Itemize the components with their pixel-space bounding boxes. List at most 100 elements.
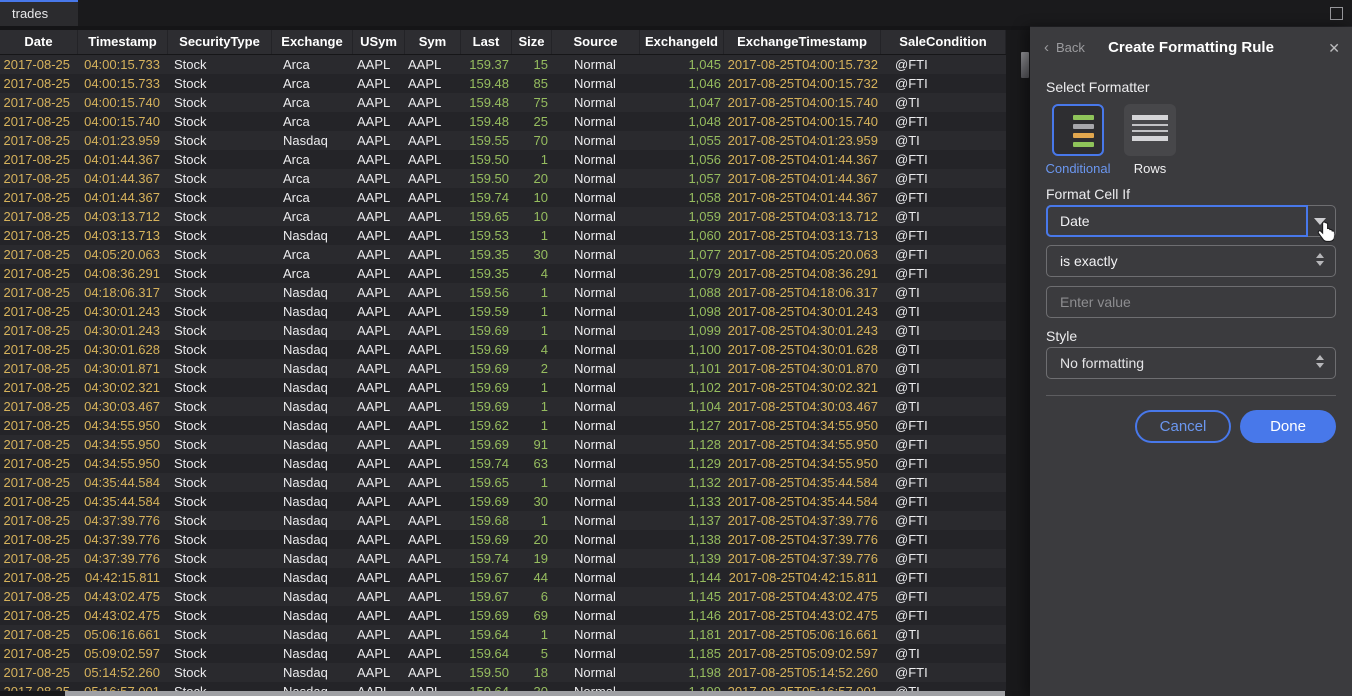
formatter-option-conditional[interactable]	[1052, 104, 1104, 156]
column-header-salecondition[interactable]: SaleCondition	[881, 30, 1006, 54]
column-header-usym[interactable]: USym	[353, 30, 405, 54]
table-row[interactable]: 2017-08-2504:34:55.950StockNasdaqAAPLAAP…	[0, 454, 1006, 473]
table-cell: 1,098	[640, 302, 724, 321]
table-row[interactable]: 2017-08-2504:30:01.243StockNasdaqAAPLAAP…	[0, 302, 1006, 321]
table-cell: AAPL	[353, 302, 405, 321]
column-header-last[interactable]: Last	[461, 30, 512, 54]
table-cell: 04:30:01.628	[78, 340, 168, 359]
table-row[interactable]: 2017-08-2505:14:52.260StockNasdaqAAPLAAP…	[0, 663, 1006, 682]
table-cell: Nasdaq	[272, 530, 353, 549]
table-cell: Normal	[552, 131, 640, 150]
vertical-scrollbar[interactable]	[1020, 30, 1030, 691]
table-cell: 2017-08-25	[0, 568, 78, 587]
column-select-arrow-button[interactable]	[1305, 206, 1335, 236]
table-row[interactable]: 2017-08-2504:01:44.367StockArcaAAPLAAPL1…	[0, 169, 1006, 188]
table-cell: Stock	[168, 435, 272, 454]
table-cell: Stock	[168, 663, 272, 682]
table-cell: 2017-08-25T04:37:39.776	[724, 511, 881, 530]
table-row[interactable]: 2017-08-2504:43:02.475StockNasdaqAAPLAAP…	[0, 587, 1006, 606]
table-cell: AAPL	[353, 435, 405, 454]
table-row[interactable]: 2017-08-2504:37:39.776StockNasdaqAAPLAAP…	[0, 530, 1006, 549]
table-cell: AAPL	[405, 302, 461, 321]
maximize-icon[interactable]	[1330, 7, 1343, 20]
table-cell: Normal	[552, 378, 640, 397]
table-row[interactable]: 2017-08-2504:00:15.740StockArcaAAPLAAPL1…	[0, 112, 1006, 131]
column-header-size[interactable]: Size	[512, 30, 552, 54]
table-row[interactable]: 2017-08-2504:18:06.317StockNasdaqAAPLAAP…	[0, 283, 1006, 302]
condition-select[interactable]: is exactly	[1046, 245, 1336, 277]
table-cell: 1,100	[640, 340, 724, 359]
table-row[interactable]: 2017-08-2504:08:36.291StockArcaAAPLAAPL1…	[0, 264, 1006, 283]
column-header-securitytype[interactable]: SecurityType	[168, 30, 272, 54]
cancel-button[interactable]: Cancel	[1135, 410, 1231, 443]
table-row[interactable]: 2017-08-2504:00:15.733StockArcaAAPLAAPL1…	[0, 74, 1006, 93]
table-cell: AAPL	[405, 55, 461, 74]
table-cell: AAPL	[353, 93, 405, 112]
close-button[interactable]: ✕	[1328, 35, 1340, 61]
table-cell: Stock	[168, 416, 272, 435]
value-input[interactable]	[1046, 286, 1336, 318]
table-row[interactable]: 2017-08-2504:43:02.475StockNasdaqAAPLAAP…	[0, 606, 1006, 625]
table-cell: Nasdaq	[272, 340, 353, 359]
table-row[interactable]: 2017-08-2504:30:01.628StockNasdaqAAPLAAP…	[0, 340, 1006, 359]
table-row[interactable]: 2017-08-2504:03:13.712StockArcaAAPLAAPL1…	[0, 207, 1006, 226]
table-row[interactable]: 2017-08-2504:03:13.713StockNasdaqAAPLAAP…	[0, 226, 1006, 245]
column-header-exchangeid[interactable]: ExchangeId	[640, 30, 724, 54]
table-cell: 2017-08-25T04:30:01.628	[724, 340, 881, 359]
column-header-timestamp[interactable]: Timestamp	[78, 30, 168, 54]
table-row[interactable]: 2017-08-2504:00:15.733StockArcaAAPLAAPL1…	[0, 55, 1006, 74]
table-row[interactable]: 2017-08-2505:09:02.597StockNasdaqAAPLAAP…	[0, 644, 1006, 663]
horizontal-scrollbar-thumb[interactable]	[65, 691, 1005, 696]
table-row[interactable]: 2017-08-2504:30:01.243StockNasdaqAAPLAAP…	[0, 321, 1006, 340]
table-row[interactable]: 2017-08-2504:01:44.367StockArcaAAPLAAPL1…	[0, 150, 1006, 169]
table-cell: 2017-08-25	[0, 606, 78, 625]
table-row[interactable]: 2017-08-2504:34:55.950StockNasdaqAAPLAAP…	[0, 435, 1006, 454]
column-header-source[interactable]: Source	[552, 30, 640, 54]
table-row[interactable]: 2017-08-2504:01:23.959StockNasdaqAAPLAAP…	[0, 131, 1006, 150]
table-cell: 70	[512, 131, 552, 150]
table-row[interactable]: 2017-08-2504:01:44.367StockArcaAAPLAAPL1…	[0, 188, 1006, 207]
table-row[interactable]: 2017-08-2505:06:16.661StockNasdaqAAPLAAP…	[0, 625, 1006, 644]
table-cell: Nasdaq	[272, 625, 353, 644]
table-row[interactable]: 2017-08-2504:05:20.063StockArcaAAPLAAPL1…	[0, 245, 1006, 264]
table-cell: AAPL	[405, 416, 461, 435]
column-header-sym[interactable]: Sym	[405, 30, 461, 54]
table-cell: 2017-08-25	[0, 587, 78, 606]
table-row[interactable]: 2017-08-2504:37:39.776StockNasdaqAAPLAAP…	[0, 511, 1006, 530]
table-cell: 10	[512, 207, 552, 226]
table-cell: Normal	[552, 55, 640, 74]
table-row[interactable]: 2017-08-2504:30:01.871StockNasdaqAAPLAAP…	[0, 359, 1006, 378]
table-row[interactable]: 2017-08-2504:37:39.776StockNasdaqAAPLAAP…	[0, 549, 1006, 568]
table-row[interactable]: 2017-08-2504:42:15.811StockNasdaqAAPLAAP…	[0, 568, 1006, 587]
style-select[interactable]: No formatting	[1046, 347, 1336, 379]
table-cell: 159.69	[461, 435, 512, 454]
table-row[interactable]: 2017-08-2504:00:15.740StockArcaAAPLAAPL1…	[0, 93, 1006, 112]
tab-trades[interactable]: trades	[0, 0, 78, 26]
column-select[interactable]: Date	[1046, 205, 1336, 237]
table-cell: 2017-08-25T04:34:55.950	[724, 435, 881, 454]
table-cell: @FTI	[881, 435, 1006, 454]
column-header-date[interactable]: Date	[0, 30, 78, 54]
column-header-exchangetimestamp[interactable]: ExchangeTimestamp	[724, 30, 881, 54]
table-cell: Stock	[168, 74, 272, 93]
table-cell: Nasdaq	[272, 644, 353, 663]
table-cell: Nasdaq	[272, 511, 353, 530]
table-cell: AAPL	[353, 150, 405, 169]
table-row[interactable]: 2017-08-2504:35:44.584StockNasdaqAAPLAAP…	[0, 473, 1006, 492]
vertical-scrollbar-thumb[interactable]	[1021, 52, 1029, 78]
table-row[interactable]: 2017-08-2504:35:44.584StockNasdaqAAPLAAP…	[0, 492, 1006, 511]
table-row[interactable]: 2017-08-2504:30:03.467StockNasdaqAAPLAAP…	[0, 397, 1006, 416]
table-cell: 1,046	[640, 74, 724, 93]
horizontal-scrollbar[interactable]	[0, 691, 1030, 696]
done-button[interactable]: Done	[1240, 410, 1336, 443]
table-cell: AAPL	[405, 549, 461, 568]
table-row[interactable]: 2017-08-2504:30:02.321StockNasdaqAAPLAAP…	[0, 378, 1006, 397]
table-row[interactable]: 2017-08-2504:34:55.950StockNasdaqAAPLAAP…	[0, 416, 1006, 435]
table-cell: @FTI	[881, 511, 1006, 530]
table-cell: 159.67	[461, 587, 512, 606]
column-header-exchange[interactable]: Exchange	[272, 30, 353, 54]
table-cell: Normal	[552, 226, 640, 245]
formatter-option-rows[interactable]	[1124, 104, 1176, 156]
icon-bar-green	[1073, 142, 1094, 147]
table-cell: AAPL	[353, 473, 405, 492]
